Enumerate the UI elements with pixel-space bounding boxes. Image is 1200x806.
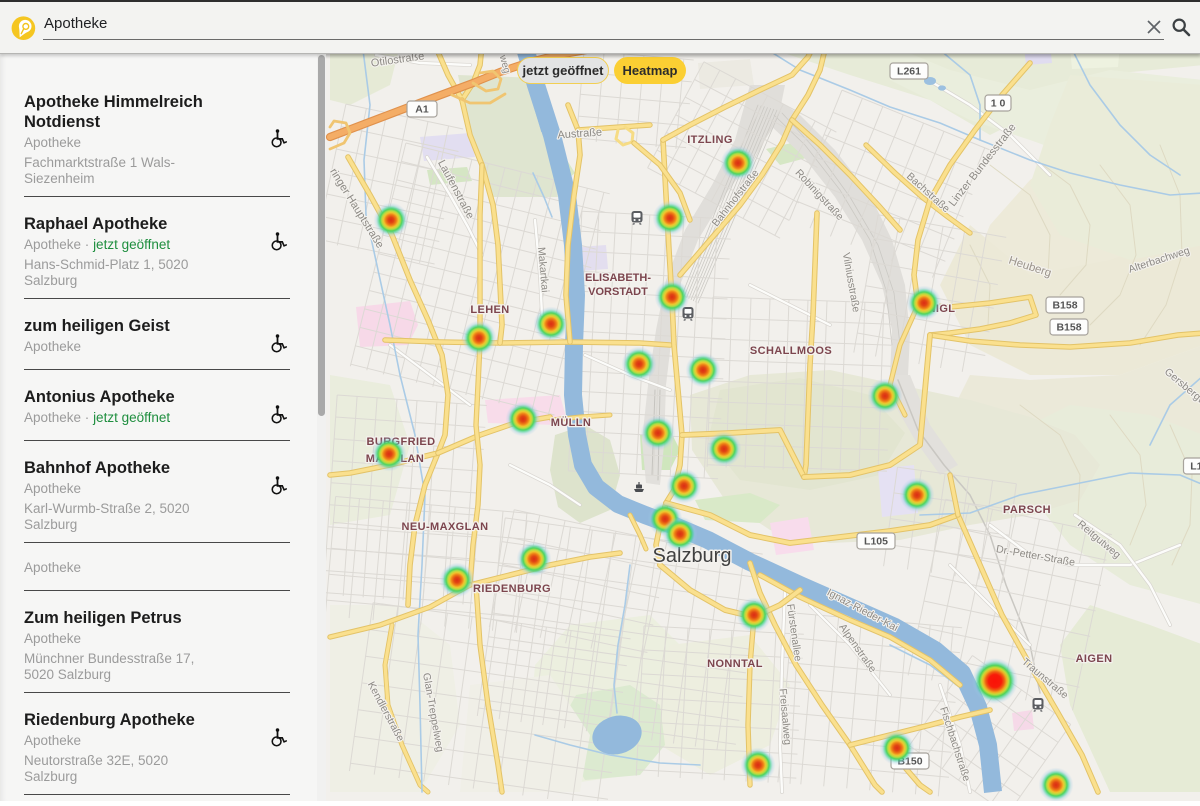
svg-text:B158: B158 [1056, 322, 1081, 334]
svg-text:ELISABETH-: ELISABETH- [585, 272, 651, 284]
svg-text:Salzburg: Salzburg [653, 545, 732, 567]
svg-text:SCHALLMOOS: SCHALLMOOS [750, 345, 832, 357]
svg-text:ITZLING: ITZLING [687, 134, 733, 146]
svg-text:L11: L11 [1190, 461, 1200, 473]
svg-text:PARSCH: PARSCH [1003, 504, 1051, 516]
svg-text:L261: L261 [897, 66, 921, 78]
svg-text:L105: L105 [864, 536, 888, 548]
svg-text:LEHEN: LEHEN [470, 304, 509, 316]
svg-text:RIEDENBURG: RIEDENBURG [473, 583, 551, 595]
svg-text:MÜLLN: MÜLLN [551, 416, 592, 429]
svg-text:NEU-MAXGLAN: NEU-MAXGLAN [402, 521, 489, 533]
svg-text:A1: A1 [415, 104, 429, 116]
svg-text:VORSTADT: VORSTADT [588, 286, 648, 298]
svg-text:NONNTAL: NONNTAL [707, 658, 763, 670]
svg-text:1 0: 1 0 [991, 98, 1006, 110]
svg-text:B158: B158 [1052, 300, 1077, 312]
svg-text:AIGEN: AIGEN [1076, 653, 1113, 665]
